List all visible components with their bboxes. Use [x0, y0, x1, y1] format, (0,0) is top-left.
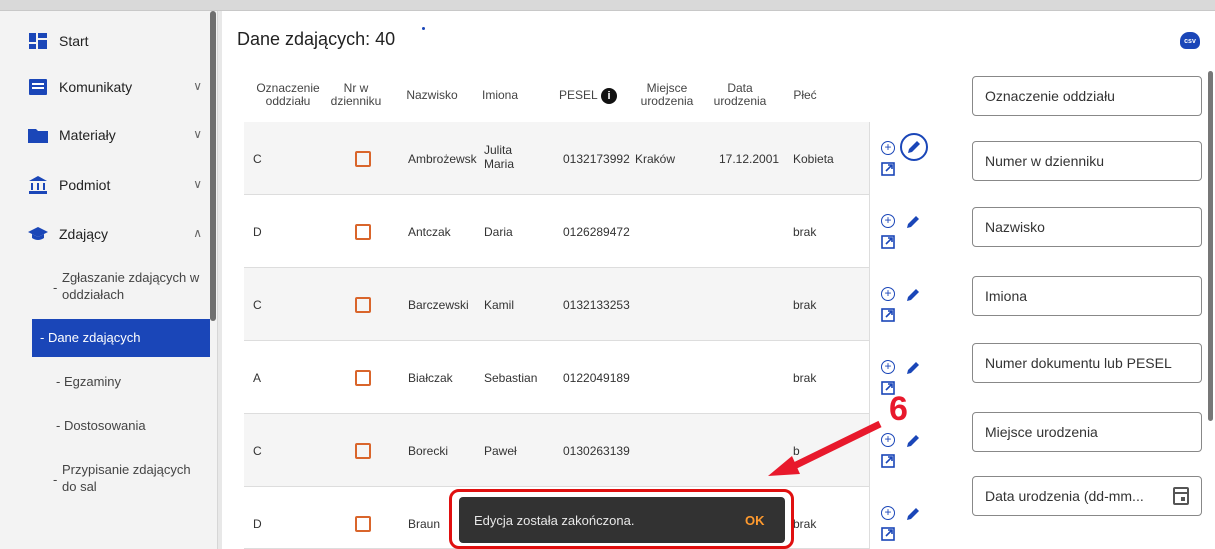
annotation-highlight-frame — [449, 489, 794, 549]
annotation-overlay — [768, 420, 882, 476]
annotation-arrow — [788, 420, 882, 472]
annotation-number: 6 — [889, 390, 908, 428]
annotation-arrowhead — [768, 456, 800, 476]
